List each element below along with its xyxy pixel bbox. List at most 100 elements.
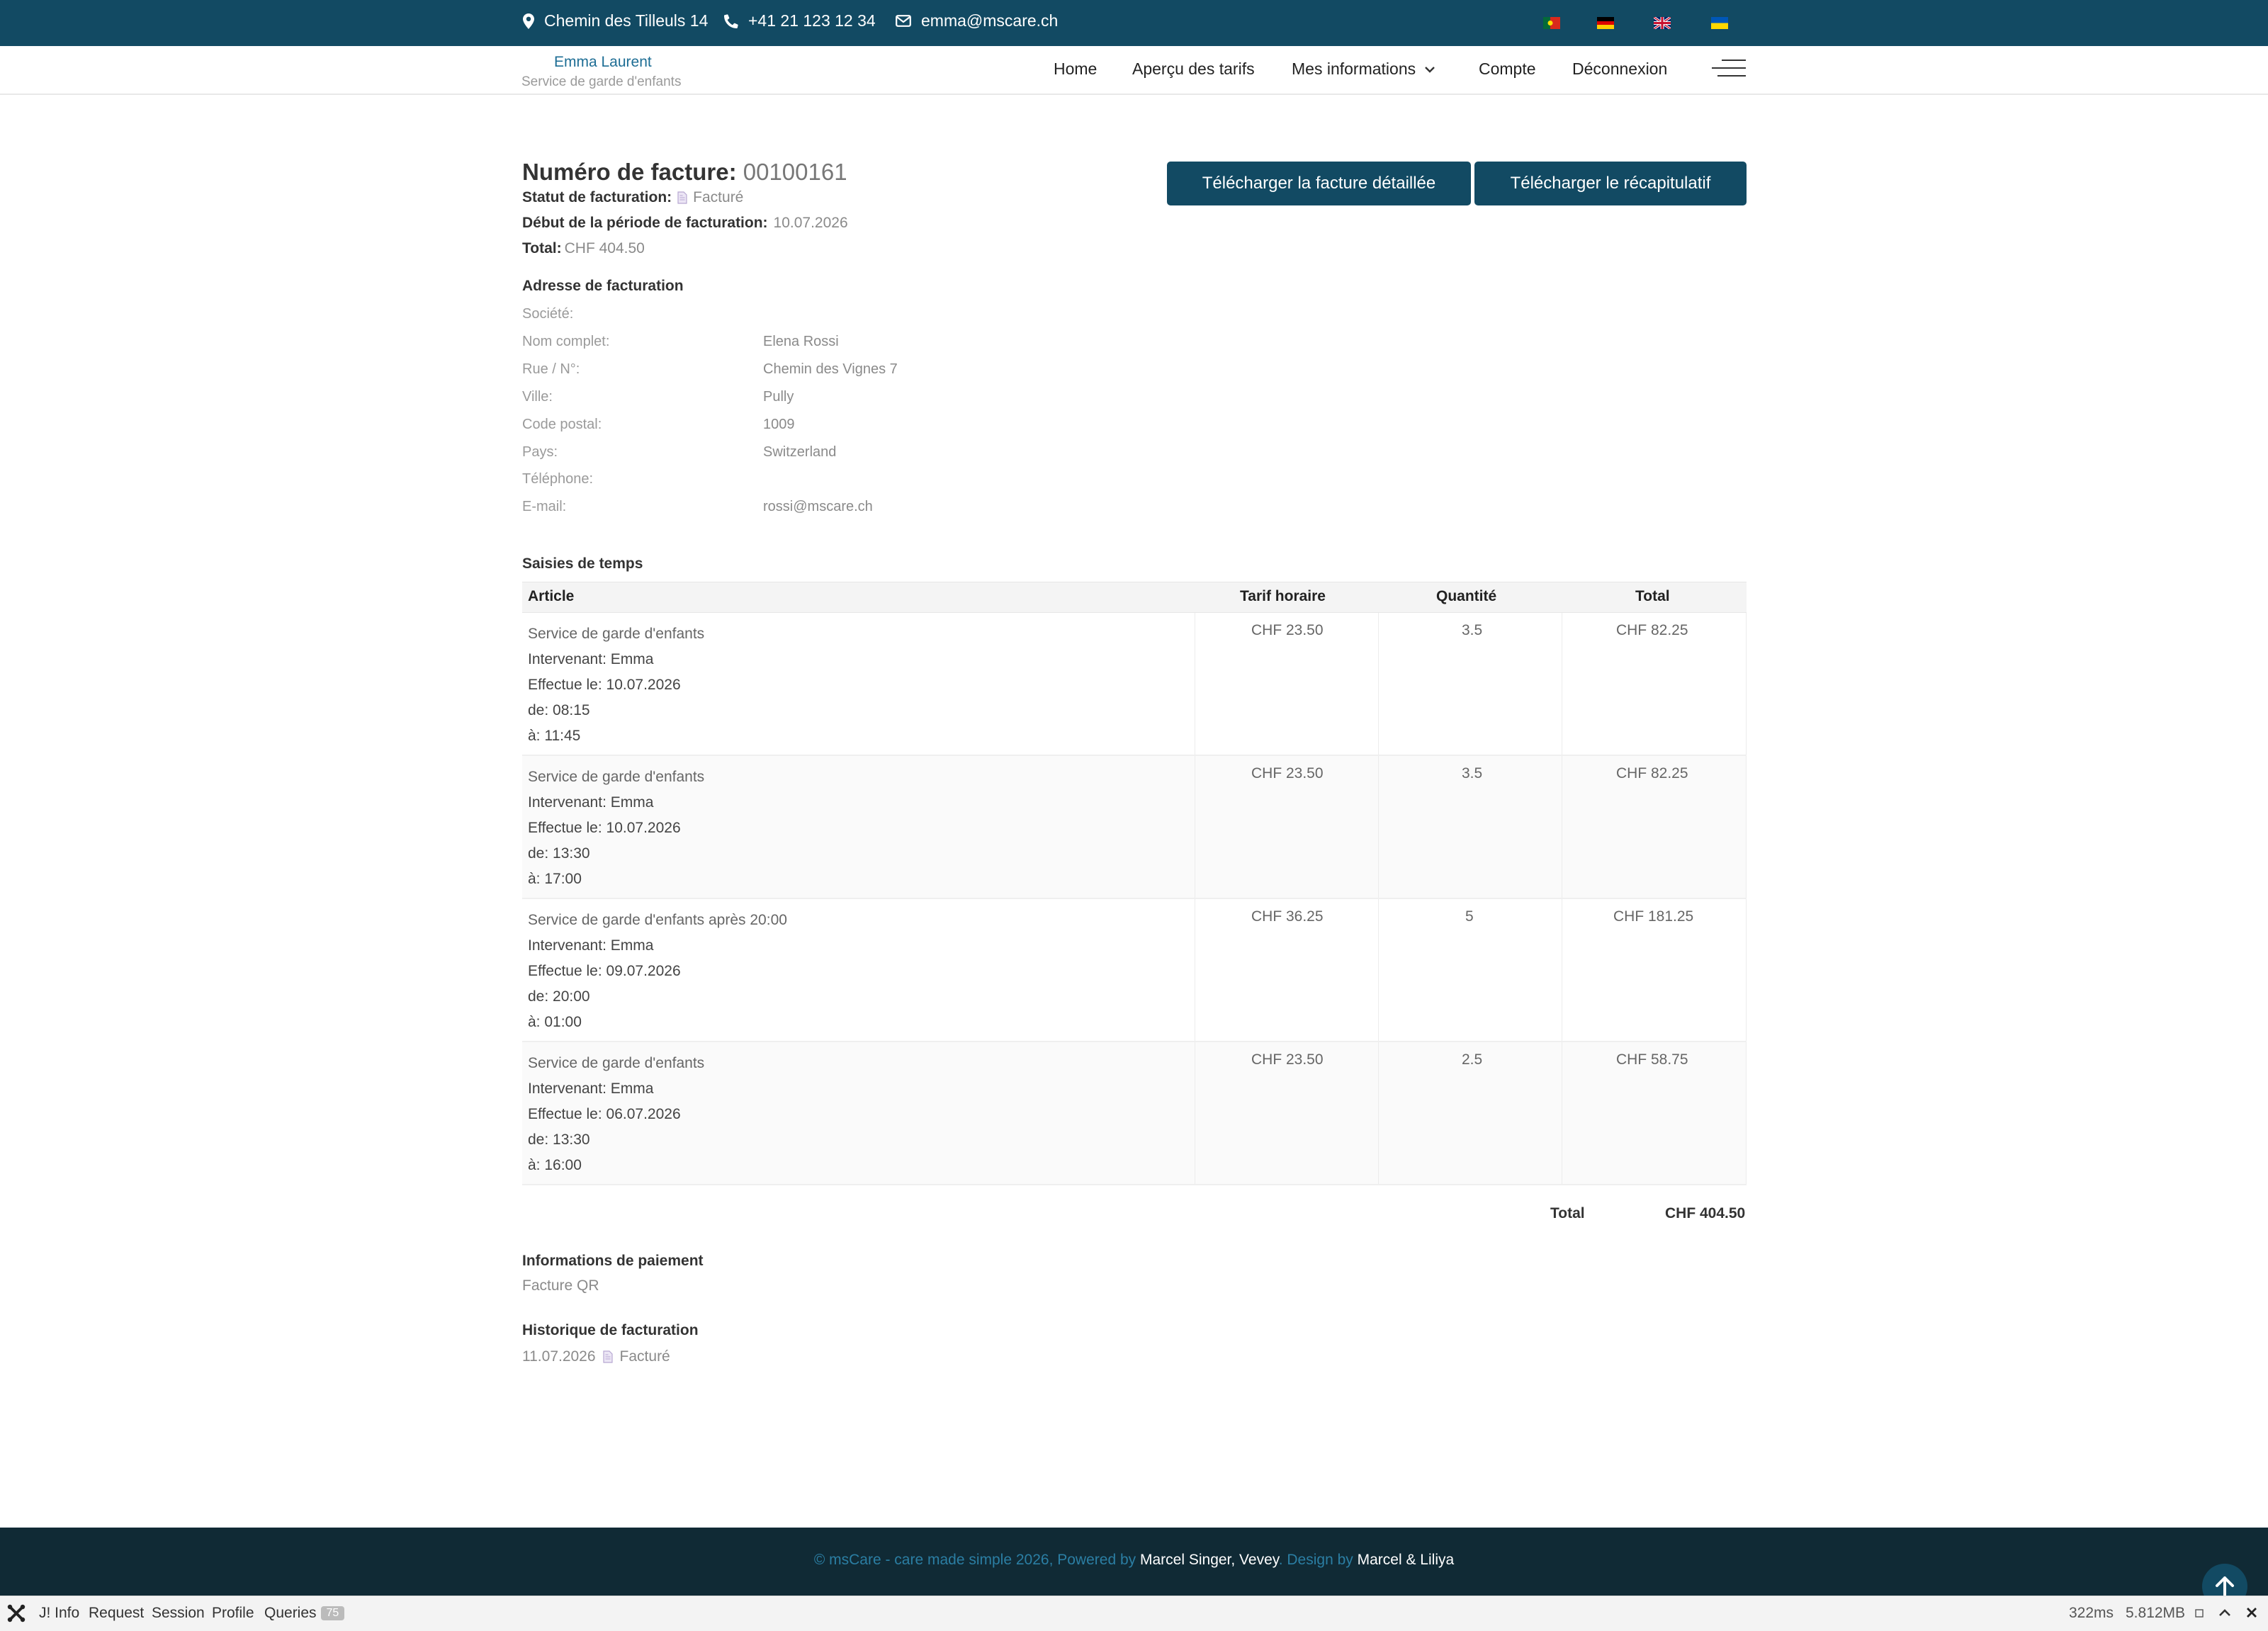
germany-flag-icon[interactable] — [1597, 17, 1614, 29]
billing-address-title: Adresse de facturation — [522, 278, 684, 294]
address-value-code-postal: 1009 — [763, 417, 795, 432]
payment-method: Facture QR — [522, 1277, 599, 1294]
footer-powered-by-link[interactable]: Marcel Singer, Vevey — [1140, 1552, 1279, 1568]
article-from: de: 13:30 — [528, 1131, 590, 1148]
invoice-number-label: Numéro de facture: — [522, 159, 737, 185]
address-label-telephone: Téléphone: — [522, 471, 594, 487]
email-text: emma@mscare.ch — [921, 11, 1059, 30]
article-to: à: 17:00 — [528, 871, 582, 887]
queries-count-badge: 75 — [320, 1606, 345, 1620]
nav-compte[interactable]: Compte — [1479, 60, 1536, 79]
address-value-email: rossi@mscare.ch — [763, 499, 873, 514]
billing-history-title: Historique de facturation — [522, 1322, 699, 1338]
address-info: Chemin des Tilleuls 14 — [523, 11, 708, 30]
invoice-total-line: Total: CHF 404.50 — [522, 240, 645, 257]
debug-session-tab[interactable]: Session — [152, 1605, 205, 1622]
brand-subtitle: Service de garde d'enfants — [521, 74, 682, 89]
ukraine-flag-icon[interactable] — [1711, 17, 1728, 29]
table-row: Service de garde d'enfants Intervenant: … — [522, 756, 1747, 899]
article-to: à: 01:00 — [528, 1014, 582, 1030]
row-quantity: 2.5 — [1462, 1051, 1483, 1068]
payment-info-title: Informations de paiement — [522, 1253, 704, 1269]
header-total: Total — [1635, 588, 1670, 604]
brand-name[interactable]: Emma Laurent — [554, 54, 652, 71]
document-icon — [677, 191, 687, 204]
chevron-down-icon — [1425, 66, 1435, 73]
row-article-cell: Service de garde d'enfants après 20:00 I… — [528, 908, 787, 1035]
page-footer: © msCare - care made simple 2026, Powere… — [0, 1528, 2268, 1596]
phone-info[interactable]: +41 21 123 12 34 — [724, 11, 876, 30]
chevron-up-icon[interactable] — [2218, 1608, 2231, 1618]
address-label-societe: Société: — [522, 306, 574, 322]
article-worker: Intervenant: Emma — [528, 937, 654, 954]
row-total: CHF 58.75 — [1616, 1051, 1688, 1068]
invoice-status-line: Statut de facturation: Facturé — [522, 189, 743, 206]
history-date: 11.07.2026 — [522, 1348, 596, 1365]
article-from: de: 08:15 — [528, 702, 590, 718]
document-icon — [602, 1350, 613, 1363]
download-detailed-invoice-button[interactable]: Télécharger la facture détaillée — [1167, 162, 1471, 205]
debug-info-tab[interactable]: J! Info — [39, 1605, 79, 1622]
row-total: CHF 82.25 — [1616, 765, 1688, 781]
status-label: Statut de facturation: — [522, 189, 672, 205]
row-article-cell: Service de garde d'enfants Intervenant: … — [528, 1051, 704, 1178]
article-name: Service de garde d'enfants — [528, 1055, 705, 1071]
row-rate: CHF 23.50 — [1251, 765, 1324, 781]
restore-window-icon[interactable] — [2194, 1608, 2204, 1618]
header-quantity: Quantité — [1436, 588, 1497, 604]
hamburger-menu-icon[interactable] — [1712, 58, 1746, 79]
row-rate: CHF 23.50 — [1251, 1051, 1324, 1068]
address-value-pays: Switzerland — [763, 444, 837, 460]
table-row: Service de garde d'enfants Intervenant: … — [522, 613, 1747, 756]
address-value-rue: Chemin des Vignes 7 — [763, 361, 898, 377]
portugal-flag-icon[interactable] — [1543, 17, 1560, 29]
address-value-ville: Pully — [763, 389, 794, 405]
download-summary-button[interactable]: Télécharger le récapitulatif — [1474, 162, 1747, 205]
row-quantity: 3.5 — [1462, 765, 1483, 781]
article-date: Effectue le: 10.07.2026 — [528, 677, 681, 693]
address-label-pays: Pays: — [522, 444, 558, 460]
joomla-logo-icon[interactable] — [7, 1604, 26, 1622]
footer-prefix: © msCare - care made simple 2026, Powere… — [813, 1552, 1136, 1568]
nav-mes-informations-label: Mes informations — [1292, 60, 1416, 78]
period-label: Début de la période de facturation: — [522, 215, 768, 231]
article-from: de: 20:00 — [528, 988, 590, 1005]
history-status: Facturé — [619, 1348, 670, 1365]
debug-time: 322ms — [2069, 1605, 2114, 1621]
time-entries-table: Article Tarif horaire Quantité Total Ser… — [522, 582, 1747, 1185]
grand-total-value: CHF 404.50 — [1665, 1205, 1746, 1221]
debug-memory: 5.812MB — [2126, 1605, 2186, 1621]
nav-tarifs[interactable]: Aperçu des tarifs — [1132, 60, 1255, 79]
invoice-title: Numéro de facture: 00100161 — [522, 159, 847, 186]
period-value: 10.07.2026 — [773, 215, 848, 231]
row-article-cell: Service de garde d'enfants Intervenant: … — [528, 764, 704, 892]
nav-home[interactable]: Home — [1054, 60, 1097, 79]
row-article-cell: Service de garde d'enfants Intervenant: … — [528, 621, 704, 749]
article-name: Service de garde d'enfants — [528, 626, 705, 642]
debug-bar: J! Info Request Session Profile Queries 7… — [0, 1596, 2268, 1631]
invoice-period-line: Début de la période de facturation: 10.0… — [522, 215, 848, 232]
row-total: CHF 82.25 — [1616, 622, 1688, 638]
uk-flag-icon[interactable] — [1654, 17, 1671, 29]
article-worker: Intervenant: Emma — [528, 794, 654, 811]
header-article: Article — [528, 588, 575, 604]
debug-profile-tab[interactable]: Profile — [212, 1605, 254, 1622]
status-value: Facturé — [693, 189, 744, 205]
table-header: Article Tarif horaire Quantité Total — [522, 582, 1747, 613]
email-info[interactable]: emma@mscare.ch — [896, 11, 1058, 30]
total-label: Total: — [522, 240, 562, 256]
row-quantity: 5 — [1465, 908, 1474, 925]
footer-designer-link[interactable]: Marcel & Liliya — [1358, 1552, 1455, 1568]
nav-deconnexion[interactable]: Déconnexion — [1572, 60, 1667, 79]
article-date: Effectue le: 06.07.2026 — [528, 1106, 681, 1122]
address-label-rue: Rue / N°: — [522, 361, 580, 377]
close-icon[interactable] — [2246, 1607, 2257, 1618]
debug-request-tab[interactable]: Request — [89, 1605, 144, 1622]
table-row: Service de garde d'enfants après 20:00 I… — [522, 899, 1747, 1042]
debug-queries-tab[interactable]: Queries 75 — [264, 1605, 345, 1622]
article-worker: Intervenant: Emma — [528, 1080, 654, 1097]
debug-queries-label: Queries — [264, 1605, 317, 1621]
address-text: Chemin des Tilleuls 14 — [544, 11, 709, 30]
nav-mes-informations[interactable]: Mes informations — [1292, 60, 1435, 79]
address-label-nom: Nom complet: — [522, 334, 610, 349]
